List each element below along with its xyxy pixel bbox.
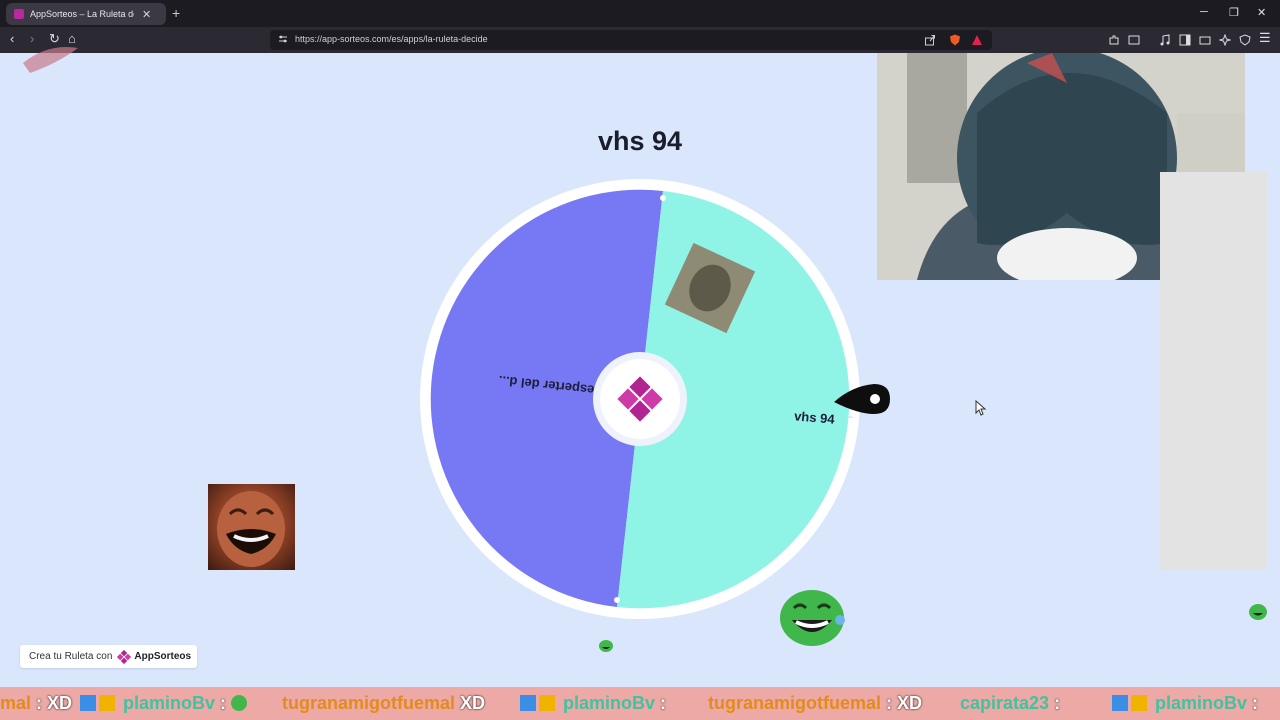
close-tab-icon[interactable]: ✕	[142, 8, 151, 21]
chat-text: :	[220, 693, 227, 713]
chat-username: plaminoBv	[1155, 693, 1248, 713]
chat-badge-icon	[1112, 695, 1128, 711]
chat-text: XD	[460, 693, 486, 713]
tab-title: AppSorteos – La Ruleta de la	[30, 9, 134, 19]
segment-divider-dot	[614, 597, 620, 603]
leo-ai-icon[interactable]	[1219, 34, 1231, 46]
appsorteos-favicon-icon	[14, 9, 24, 19]
appsorteos-logo-icon	[117, 649, 132, 664]
mouse-cursor-icon	[975, 400, 987, 416]
chat-username: tugranamigotfuemal	[282, 693, 456, 713]
brave-rewards-icon[interactable]	[971, 34, 983, 46]
chat-message: mal : XD	[0, 693, 72, 714]
chat-text: :	[1054, 693, 1061, 713]
site-settings-icon[interactable]	[278, 34, 288, 44]
chat-text: : XD	[886, 693, 923, 713]
wheel-pointer-icon	[834, 384, 890, 418]
chat-text: : XD	[36, 693, 73, 713]
chat-username: mal	[0, 693, 32, 713]
chat-message: tugranamigotfuemal : XD	[708, 693, 922, 714]
tab-bar: AppSorteos – La Ruleta de la ✕ + ─ ❐ ✕	[0, 0, 1280, 27]
brave-shields-icon[interactable]	[949, 34, 961, 46]
browser-toolbar: ‹ › ↻ ⌂ https://app-sorteos.com/es/apps/…	[0, 27, 1280, 53]
chat-username: plaminoBv	[123, 693, 216, 713]
chat-ticker: mal : XD plaminoBv : tugranamigotfuemal …	[0, 687, 1280, 720]
chat-message: capirata23 :	[960, 693, 1060, 714]
laughing-pepe-emote-icon	[780, 590, 845, 646]
promo-brand: AppSorteos	[134, 651, 192, 662]
wallet-icon[interactable]	[1128, 34, 1140, 46]
restore-icon[interactable]: ❐	[1229, 6, 1239, 19]
result-title: vhs 94	[597, 126, 683, 156]
chat-username: capirata23	[960, 693, 1050, 713]
segment-divider-dot	[660, 195, 666, 201]
new-tab-icon[interactable]: +	[172, 5, 180, 21]
chat-message: tugranamigotfuemal XD	[282, 693, 485, 714]
promo-text: Crea tu Ruleta con	[29, 651, 113, 662]
minimize-icon[interactable]: ─	[1200, 6, 1208, 18]
laughing-man-image	[208, 484, 295, 570]
chat-badge-icon	[80, 695, 96, 711]
share-icon[interactable]	[924, 34, 936, 46]
crown-badge-icon	[99, 695, 115, 711]
close-window-icon[interactable]: ✕	[1257, 6, 1266, 19]
media-icon[interactable]	[1159, 34, 1171, 46]
chat-badge-icon	[520, 695, 536, 711]
address-bar[interactable]: https://app-sorteos.com/es/apps/la-rulet…	[270, 30, 992, 50]
crown-badge-icon	[539, 695, 555, 711]
roulette-wheel[interactable]: el desperter del d... vhs 94	[418, 177, 862, 621]
chat-username: plaminoBv	[563, 693, 656, 713]
side-panel	[1160, 172, 1267, 570]
chat-message: plaminoBv :	[80, 693, 250, 714]
chat-message: plaminoBv :	[1112, 693, 1258, 714]
paint-stroke-decoration	[23, 47, 78, 73]
wheel-hub[interactable]	[600, 359, 680, 439]
back-icon[interactable]: ‹	[10, 31, 14, 46]
create-roulette-promo[interactable]: Crea tu Ruleta con AppSorteos	[20, 645, 197, 668]
menu-icon[interactable]: ☰	[1259, 30, 1271, 46]
pepe-emote-icon	[231, 695, 248, 711]
chat-text: :	[660, 693, 667, 713]
chat-message: plaminoBv :	[520, 693, 666, 714]
pepe-emote-icon	[599, 640, 613, 652]
pepe-emote-icon	[1249, 604, 1267, 620]
chat-username: tugranamigotfuemal	[708, 693, 882, 713]
crown-badge-icon	[1131, 695, 1147, 711]
sidebar-icon[interactable]	[1179, 34, 1191, 46]
extensions-icon[interactable]	[1108, 34, 1120, 46]
tabs-icon[interactable]	[1199, 34, 1211, 46]
vpn-icon[interactable]	[1239, 34, 1251, 46]
chat-text: :	[1252, 693, 1259, 713]
browser-tab[interactable]: AppSorteos – La Ruleta de la ✕	[6, 3, 166, 25]
url-text: https://app-sorteos.com/es/apps/la-rulet…	[295, 34, 488, 44]
